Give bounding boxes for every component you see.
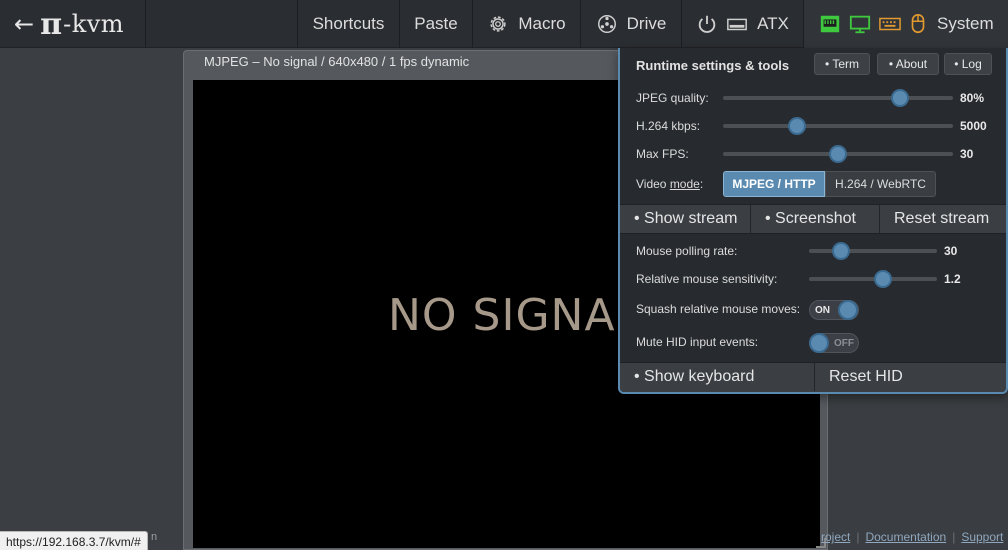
mute-hid-toggle-state: OFF [834, 338, 854, 349]
reset-stream-button[interactable]: Reset stream [879, 205, 1006, 233]
relative-mouse-sensitivity-slider-thumb[interactable] [874, 270, 893, 288]
mouse-polling-rate-label: Mouse polling rate: [636, 244, 738, 258]
panel-title: Runtime settings & tools [636, 58, 790, 73]
mouse-icon [911, 14, 925, 34]
menu-paste-label: Paste [414, 14, 458, 33]
atx-icon [727, 18, 747, 31]
screenshot-button[interactable]: • Screenshot [750, 205, 879, 233]
back-arrow-icon: ← [14, 10, 35, 38]
max-fps-value: 30 [960, 147, 974, 161]
about-button[interactable]: • About [877, 53, 939, 75]
footer-link-project[interactable]: roject [821, 530, 850, 544]
video-mode-label-prefix: Video [636, 177, 670, 191]
h264-kbps-slider-thumb[interactable] [787, 117, 806, 135]
jpeg-quality-slider[interactable] [723, 89, 953, 107]
show-keyboard-button[interactable]: • Show keyboard [620, 363, 814, 391]
no-signal-text: NO SIGNAL [388, 290, 642, 341]
menu-macro-label: Macro [518, 14, 566, 33]
menu-drive-label: Drive [626, 14, 667, 33]
h264-kbps-label: H.264 kbps: [636, 119, 701, 133]
jpeg-quality-value: 80% [960, 91, 985, 105]
video-mode-mjpeg-button[interactable]: MJPEG / HTTP [723, 171, 825, 197]
monitor-icon [849, 15, 871, 34]
video-mode-label: Video mode: [636, 177, 703, 191]
footer-link-documentation[interactable]: Documentation [865, 530, 946, 544]
h264-kbps-slider[interactable] [723, 117, 953, 135]
jpeg-quality-label: JPEG quality: [636, 91, 709, 105]
video-mode-label-underlined: mode [669, 177, 700, 191]
mouse-polling-rate-slider-thumb[interactable] [832, 242, 850, 260]
workspace-background [0, 48, 183, 550]
mouse-polling-rate-value: 30 [944, 244, 958, 258]
mouse-polling-rate-slider[interactable] [809, 242, 937, 260]
mute-hid-toggle[interactable]: OFF [809, 333, 859, 353]
menu-macro[interactable]: Macro [472, 0, 580, 48]
show-stream-button[interactable]: • Show stream [620, 205, 750, 233]
squash-relative-label: Squash relative mouse moves: [636, 302, 801, 316]
logo-home-link[interactable]: ← π -kvm [0, 0, 146, 48]
max-fps-slider[interactable] [723, 145, 953, 163]
squash-relative-toggle[interactable]: ON [809, 300, 859, 320]
menu-atx[interactable]: ATX [681, 0, 803, 48]
max-fps-slider-thumb[interactable] [829, 145, 847, 163]
power-icon [698, 15, 716, 33]
top-navbar: ← π -kvm Shortcuts Paste Macro Drive ATX… [0, 0, 1008, 48]
menu-shortcuts-label: Shortcuts [312, 14, 385, 33]
drive-icon [597, 15, 616, 33]
ethernet-icon [820, 15, 840, 33]
menu-atx-label: ATX [757, 14, 789, 33]
runtime-settings-panel: Runtime settings & tools • Term • About … [618, 48, 1008, 394]
squash-relative-toggle-knob [838, 300, 858, 320]
mute-hid-toggle-knob [809, 333, 829, 353]
menu-shortcuts[interactable]: Shortcuts [297, 0, 399, 48]
footer-links: roject | Documentation | Support [821, 530, 1003, 544]
h264-kbps-value: 5000 [960, 119, 987, 133]
log-button[interactable]: • Log [944, 53, 992, 75]
keyboard-icon [879, 17, 901, 31]
video-mode-label-suffix: : [699, 177, 704, 191]
term-button[interactable]: • Term [814, 53, 870, 75]
relative-mouse-sensitivity-slider[interactable] [809, 270, 937, 288]
menu-paste[interactable]: Paste [399, 0, 472, 48]
stream-window-title: MJPEG – No signal / 640x480 / 1 fps dyna… [204, 54, 470, 69]
menu-drive[interactable]: Drive [580, 0, 681, 48]
menu-system[interactable]: System [803, 0, 1008, 48]
stream-actions-bar: • Show stream • Screenshot Reset stream [620, 204, 1006, 234]
gear-icon [490, 16, 506, 32]
browser-status-url: https://192.168.3.7/kvm/# [0, 531, 148, 550]
jpeg-quality-slider-thumb[interactable] [891, 89, 910, 107]
logo-pi: π [40, 6, 63, 42]
video-mode-h264-button[interactable]: H.264 / WebRTC [825, 171, 936, 197]
footer-link-support[interactable]: Support [961, 530, 1003, 544]
footer-partial-text: n [151, 531, 158, 543]
reset-hid-button[interactable]: Reset HID [814, 363, 1006, 391]
relative-mouse-sensitivity-value: 1.2 [944, 272, 961, 286]
footer-separator: | [856, 530, 860, 544]
menu-system-label: System [937, 14, 994, 33]
max-fps-label: Max FPS: [636, 147, 689, 161]
hid-actions-bar: • Show keyboard Reset HID [620, 362, 1006, 392]
squash-relative-toggle-state: ON [815, 305, 830, 316]
mute-hid-label: Mute HID input events: [636, 335, 759, 349]
logo-text: -kvm [63, 10, 125, 38]
relative-mouse-sensitivity-label: Relative mouse sensitivity: [636, 272, 778, 286]
footer-separator: | [952, 530, 956, 544]
